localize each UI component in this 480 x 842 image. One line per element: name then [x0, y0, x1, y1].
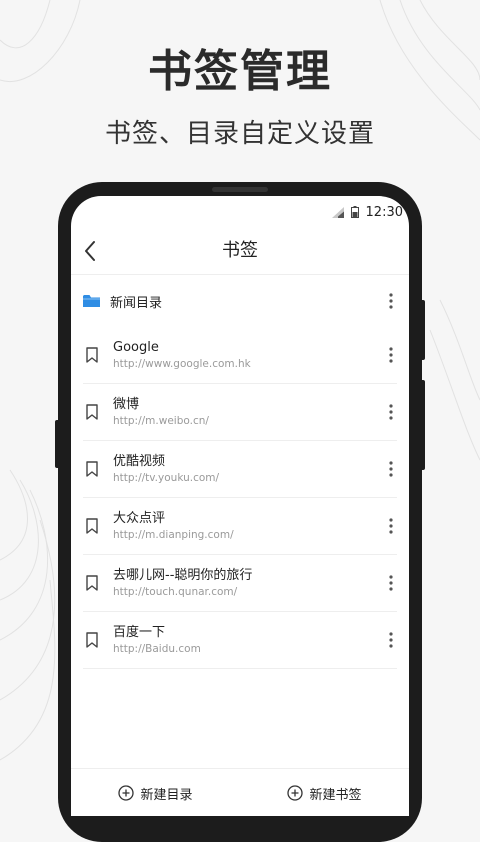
bookmark-url: http://tv.youku.com/	[113, 471, 220, 484]
bookmark-url: http://m.dianping.com/	[113, 528, 234, 541]
bookmark-item[interactable]: 大众点评 http://m.dianping.com/	[83, 498, 397, 555]
promo-subtitle: 书签、目录自定义设置	[104, 119, 375, 149]
more-vertical-icon[interactable]	[385, 630, 397, 650]
bookmark-title: 去哪儿网--聪明你的旅行	[113, 567, 253, 583]
bookmark-title: 百度一下	[113, 624, 166, 640]
bookmark-texts: 大众点评 http://m.dianping.com/	[113, 510, 234, 543]
bookmark-title: 大众点评	[113, 510, 166, 526]
bookmark-url: http://touch.qunar.com/	[113, 585, 238, 598]
bookmark-item[interactable]: 微博 http://m.weibo.cn/	[83, 384, 397, 441]
promo-title: 书签管理	[148, 46, 332, 97]
bookmark-icon	[86, 404, 98, 420]
bookmark-item[interactable]: 去哪儿网--聪明你的旅行 http://touch.qunar.com/	[83, 555, 397, 612]
more-vertical-icon[interactable]	[385, 516, 397, 536]
more-vertical-icon[interactable]	[385, 345, 397, 365]
bookmark-item[interactable]: 优酷视频 http://tv.youku.com/	[83, 441, 397, 498]
bookmark-list: 新闻目录 Google http://www.google.com.hk 微博 htt…	[71, 275, 409, 669]
status-time: 12:30	[365, 204, 403, 220]
bookmark-title: 微博	[113, 396, 140, 412]
navbar: 书签	[71, 228, 409, 275]
folder-item[interactable]: 新闻目录	[71, 275, 409, 327]
bookmark-texts: 优酷视频 http://tv.youku.com/	[113, 453, 219, 486]
more-vertical-icon[interactable]	[385, 291, 397, 311]
bookmark-title: Google	[113, 339, 159, 355]
bookmark-texts: 微博 http://m.weibo.cn/	[113, 396, 209, 429]
battery-icon	[350, 206, 359, 218]
bookmark-texts: Google http://www.google.com.hk	[113, 339, 251, 372]
bookmark-icon	[86, 461, 98, 477]
bookmark-url: http://www.google.com.hk	[113, 357, 251, 370]
add-circle-icon	[118, 785, 135, 801]
bookmark-icon	[86, 347, 98, 363]
more-vertical-icon[interactable]	[385, 402, 397, 422]
bookmark-url: http://Baidu.com	[113, 642, 201, 655]
bookmark-item[interactable]: Google http://www.google.com.hk	[83, 327, 397, 384]
phone-side-button	[420, 380, 425, 470]
phone-screen: 12:30 书签 新闻目录 Google http://www.google.co…	[71, 196, 409, 816]
folder-icon	[83, 295, 100, 307]
phone-speaker	[212, 187, 268, 192]
more-vertical-icon[interactable]	[385, 573, 397, 593]
bookmark-texts: 去哪儿网--聪明你的旅行 http://touch.qunar.com/	[113, 567, 252, 600]
status-bar: 12:30	[71, 196, 409, 228]
bookmark-item[interactable]: 百度一下 http://Baidu.com	[83, 612, 397, 669]
phone-side-button	[55, 420, 60, 468]
bookmark-texts: 百度一下 http://Baidu.com	[113, 624, 201, 657]
bookmark-url: http://m.weibo.cn/	[113, 414, 209, 427]
phone-side-button	[420, 300, 425, 360]
bottom-toolbar: 新建目录 新建书签	[71, 768, 409, 816]
bookmark-icon	[86, 632, 98, 648]
more-vertical-icon[interactable]	[385, 459, 397, 479]
add-circle-icon	[287, 785, 304, 801]
bookmark-icon	[86, 575, 98, 591]
folder-name: 新闻目录	[110, 295, 163, 311]
bookmark-icon	[86, 518, 98, 534]
bookmark-title: 优酷视频	[113, 453, 166, 469]
signal-icon	[331, 206, 344, 218]
page-title: 书签	[222, 240, 258, 261]
